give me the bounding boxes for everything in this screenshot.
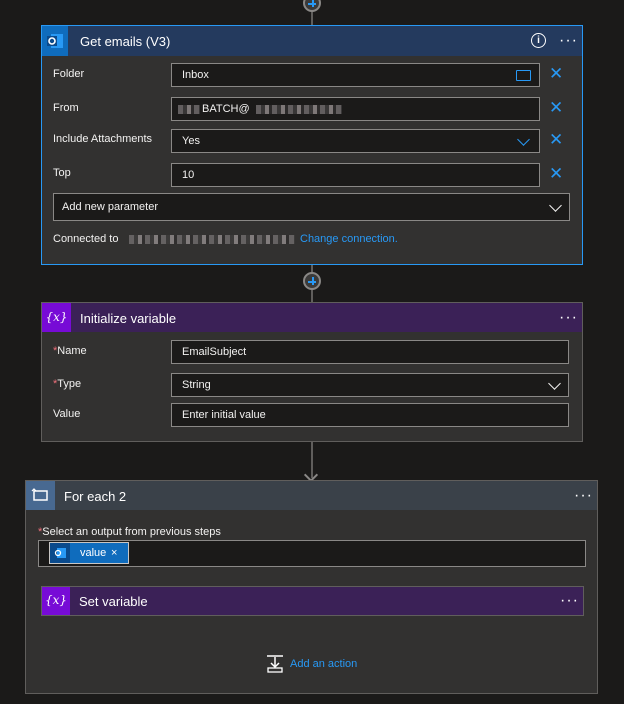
type-label-text: Type [57, 378, 82, 390]
variable-icon: {x} [42, 303, 71, 332]
outlook-icon [42, 26, 68, 56]
redacted-text [256, 105, 342, 114]
variable-name-value: EmailSubject [182, 346, 247, 358]
remove-from-button[interactable]: ✕ [549, 99, 563, 116]
get-emails-card: Get emails (V3) i ··· Folder Inbox ✕ Fro… [41, 25, 583, 265]
folder-value: Inbox [182, 69, 209, 81]
initialize-variable-card: {x} Initialize variable ··· *Name EmailS… [41, 302, 583, 442]
type-label: *Type [53, 378, 82, 390]
add-action-icon[interactable] [265, 655, 285, 673]
connected-to-label: Connected to [53, 233, 119, 245]
redacted-text [178, 105, 200, 114]
variable-type-dropdown[interactable]: String [171, 373, 569, 397]
dynamic-content-token[interactable]: value × [49, 542, 129, 564]
add-an-action-link[interactable]: Add an action [290, 658, 357, 670]
set-variable-card[interactable]: {x} Set variable ··· [41, 586, 584, 616]
variable-icon: {x} [42, 587, 70, 615]
chevron-down-icon [549, 199, 562, 212]
top-label: Top [53, 167, 71, 179]
variable-value-placeholder: Enter initial value [182, 409, 266, 421]
variable-name-field[interactable]: EmailSubject [171, 340, 569, 364]
folder-label: Folder [53, 68, 85, 80]
info-icon[interactable]: i [531, 33, 546, 48]
from-label: From [53, 102, 79, 114]
for-each-card: For each 2 ··· *Select an output from pr… [25, 480, 598, 694]
select-output-field[interactable]: value × [38, 540, 586, 567]
top-field[interactable]: 10 [171, 163, 540, 187]
for-each-header[interactable]: For each 2 ··· [26, 481, 597, 510]
variable-value-field[interactable]: Enter initial value [171, 403, 569, 427]
outlook-icon [50, 543, 70, 563]
select-output-label: *Select an output from previous steps [38, 526, 221, 538]
for-each-title: For each 2 [64, 489, 127, 504]
folder-icon[interactable] [516, 70, 531, 81]
initialize-variable-header[interactable]: {x} Initialize variable ··· [42, 303, 582, 332]
top-value: 10 [182, 169, 195, 181]
chevron-down-icon [548, 377, 561, 390]
change-connection-link[interactable]: Change connection. [300, 233, 398, 245]
include-attachments-dropdown[interactable]: Yes [171, 129, 540, 153]
insert-step-button[interactable] [303, 272, 321, 290]
chevron-down-icon [517, 133, 530, 146]
select-output-label-text: Select an output from previous steps [42, 526, 221, 538]
from-value: BATCH@ [202, 103, 250, 115]
redacted-connection [129, 235, 295, 244]
initialize-variable-title: Initialize variable [80, 311, 177, 326]
add-new-parameter-dropdown[interactable]: Add new parameter [53, 193, 570, 221]
name-label: *Name [53, 345, 87, 357]
remove-top-button[interactable]: ✕ [549, 165, 563, 182]
more-options-button[interactable]: ··· [559, 33, 578, 49]
remove-include-attachments-button[interactable]: ✕ [549, 131, 563, 148]
get-emails-header[interactable]: Get emails (V3) i ··· [42, 26, 582, 56]
remove-token-icon[interactable]: × [111, 543, 117, 563]
include-attachments-label: Include Attachments [53, 133, 153, 145]
variable-type-value: String [182, 379, 211, 391]
value-label: Value [53, 408, 81, 420]
loop-icon [26, 481, 55, 510]
folder-field[interactable]: Inbox [171, 63, 540, 87]
from-field[interactable]: BATCH@ [171, 97, 540, 121]
get-emails-title: Get emails (V3) [80, 34, 171, 49]
insert-step-button[interactable] [303, 0, 321, 12]
token-label: value [80, 547, 107, 559]
add-new-parameter-label: Add new parameter [62, 201, 158, 213]
remove-folder-button[interactable]: ✕ [549, 65, 563, 82]
set-variable-title: Set variable [79, 594, 148, 609]
more-options-button[interactable]: ··· [560, 593, 579, 609]
more-options-button[interactable]: ··· [559, 310, 578, 326]
more-options-button[interactable]: ··· [574, 488, 593, 504]
name-label-text: Name [57, 345, 87, 357]
include-attachments-value: Yes [182, 135, 200, 147]
